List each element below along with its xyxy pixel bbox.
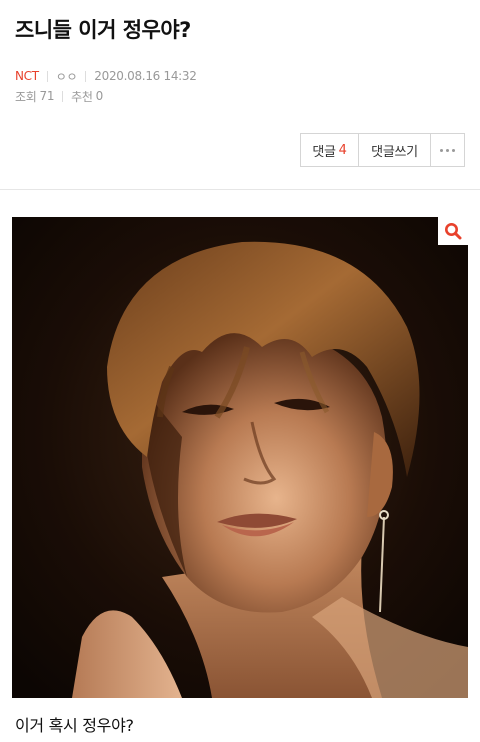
author-name[interactable]: ㅇㅇ (56, 68, 78, 85)
post-datetime: 2020.08.16 14:32 (94, 69, 197, 83)
comments-button[interactable]: 댓글 4 (301, 134, 359, 166)
views-count: 71 (39, 89, 55, 103)
category-link[interactable]: NCT (15, 69, 39, 83)
post-body-text: 이거 혹시 정우야? (15, 716, 134, 735)
views-label: 조회 (15, 89, 37, 104)
write-comment-button[interactable]: 댓글쓰기 (359, 134, 431, 166)
recommend-label: 추천 (71, 89, 93, 104)
post-photo[interactable] (12, 217, 468, 698)
search-icon (445, 223, 462, 240)
portrait-image (12, 217, 468, 698)
meta-divider (46, 70, 48, 82)
recommend-count: 0 (95, 89, 104, 103)
more-button[interactable] (431, 134, 464, 166)
comments-label: 댓글 (312, 144, 336, 160)
write-comment-label: 댓글쓰기 (371, 144, 418, 160)
zoom-button[interactable] (438, 217, 468, 245)
post-stats: 조회 71 추천 0 (15, 88, 103, 104)
post-title: 즈니들 이거 정우야? (15, 18, 191, 42)
post-meta: NCT ㅇㅇ 2020.08.16 14:32 (15, 68, 197, 84)
more-horizontal-icon (440, 148, 455, 152)
section-divider (0, 189, 480, 190)
meta-divider (85, 70, 87, 82)
meta-divider (62, 90, 64, 102)
post-actions: 댓글 4 댓글쓰기 (300, 133, 465, 167)
comments-count: 4 (338, 142, 347, 158)
